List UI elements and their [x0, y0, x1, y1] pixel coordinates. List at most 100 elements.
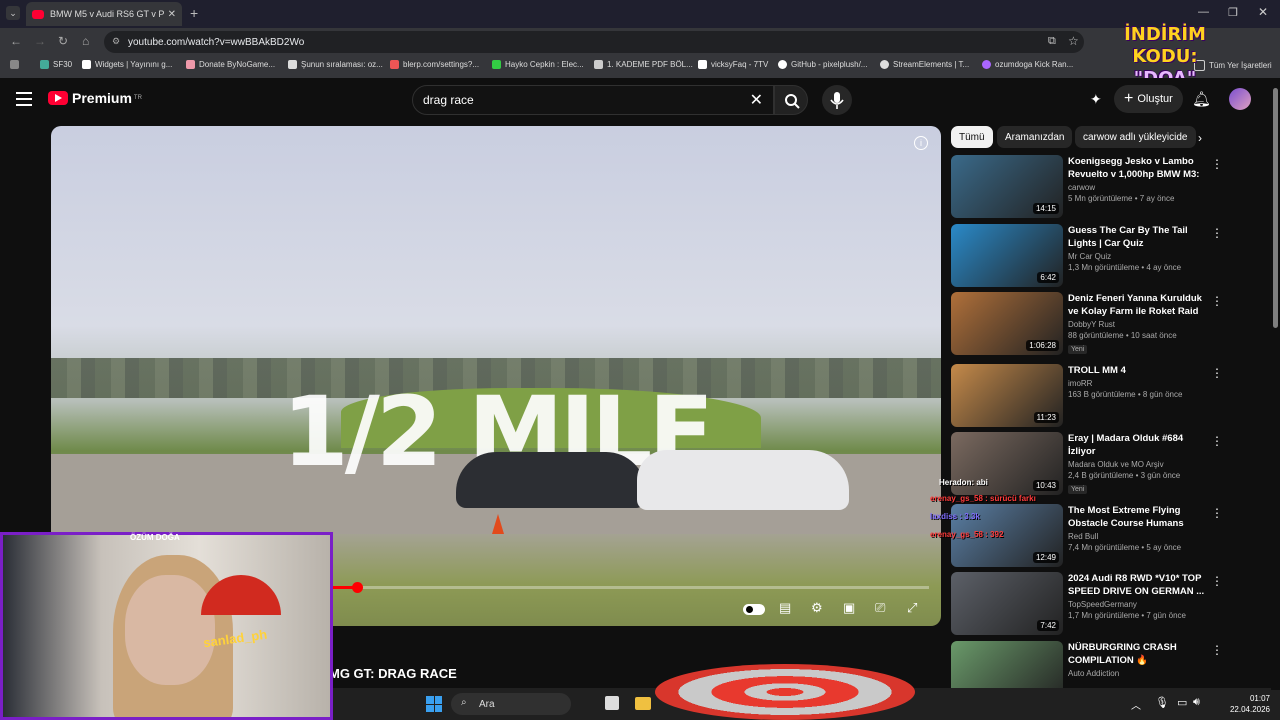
puzzle-icon[interactable]: ✦: [1090, 91, 1102, 108]
recommendation-item[interactable]: 11:23 TROLL MM 4 imoRR 163 B görüntüleme • …: [951, 364, 1261, 428]
maximize-button[interactable]: ❐: [1228, 6, 1238, 19]
search-input[interactable]: drag race ✕: [412, 85, 774, 115]
chevron-right-icon[interactable]: ›: [1198, 131, 1202, 145]
browser-tab-bar: ⌄ BMW M5 v Audi RS6 GT v Pors ✕ + — ❐ ✕: [0, 0, 1280, 28]
site-info-icon[interactable]: ⚙: [112, 36, 120, 47]
taskbar-search[interactable]: ⌕ Ara: [451, 693, 571, 715]
chat-line: laxdiss : 3.3k: [930, 512, 980, 521]
recommendation-item[interactable]: 14:15 Koenigsegg Jesko v Lambo Revuelto v…: [951, 155, 1261, 219]
create-button[interactable]: + Oluştur: [1114, 85, 1183, 113]
recommendation-title[interactable]: Deniz Feneri Yanına Kurulduk ve Kolay Fa…: [1068, 292, 1208, 318]
channel-name[interactable]: Red Bull: [1068, 532, 1208, 541]
subtitles-icon[interactable]: ▤: [779, 600, 791, 616]
channel-name[interactable]: imoRR: [1068, 379, 1208, 388]
avatar[interactable]: [1229, 88, 1251, 110]
more-options-icon[interactable]: ⋮: [1211, 226, 1223, 240]
video-thumbnail[interactable]: 11:23: [951, 364, 1063, 427]
reload-icon[interactable]: ↻: [58, 34, 68, 48]
youtube-logo[interactable]: Premium TR: [48, 90, 142, 106]
more-options-icon[interactable]: ⋮: [1211, 506, 1223, 520]
bookmark-item[interactable]: Hayko Cepkin : Elec...: [492, 60, 584, 69]
channel-name[interactable]: Mr Car Quiz: [1068, 252, 1208, 261]
channel-name[interactable]: carwow: [1068, 183, 1208, 192]
search-button[interactable]: [774, 85, 808, 115]
bookmark-star-icon[interactable]: ☆: [1068, 34, 1079, 48]
channel-name[interactable]: Madara Olduk ve MO Arşiv: [1068, 460, 1208, 469]
more-options-icon[interactable]: ⋮: [1211, 574, 1223, 588]
cast-icon[interactable]: ⧉: [1048, 35, 1056, 48]
chip-uploader[interactable]: carwow adlı yükleyicide: [1075, 126, 1196, 148]
chip-from-search[interactable]: Aramanızdan: [997, 126, 1073, 148]
voice-search-button[interactable]: [822, 85, 852, 115]
bookmark-item[interactable]: ozumdoga Kick Ran...: [982, 60, 1073, 69]
volume-icon[interactable]: 🔊︎: [1193, 696, 1200, 709]
bookmark-item[interactable]: SF30: [40, 60, 72, 69]
recommendation-item[interactable]: 10:43 Eray | Madara Olduk #684 İzliyor Mad…: [951, 432, 1261, 496]
fullscreen-icon[interactable]: ⤢: [907, 600, 917, 616]
back-icon[interactable]: ←: [10, 34, 22, 48]
file-explorer-icon[interactable]: [635, 697, 651, 710]
task-view-icon[interactable]: [605, 696, 619, 710]
chat-line: erenay_gs_58 : sürücü farkı: [930, 494, 1036, 503]
bookmark-item[interactable]: 1. KADEME PDF BÖL...: [594, 60, 693, 69]
channel-name[interactable]: DobbyY Rust: [1068, 320, 1208, 329]
clear-search-icon[interactable]: ✕: [750, 90, 763, 110]
bookmark-item[interactable]: Şunun sıralaması: oz...: [288, 60, 383, 69]
recommendation-item[interactable]: 1:06:28 Deniz Feneri Yanına Kurulduk ve K…: [951, 292, 1261, 356]
home-icon[interactable]: ⌂: [82, 34, 89, 48]
start-icon[interactable]: [426, 696, 442, 712]
channel-name[interactable]: Auto Addiction: [1068, 669, 1208, 678]
minimize-button[interactable]: —: [1198, 6, 1209, 18]
video-thumbnail[interactable]: 14:15: [951, 155, 1063, 218]
apps-icon[interactable]: [10, 60, 19, 69]
close-tab-icon[interactable]: ✕: [168, 9, 176, 20]
recommendation-title[interactable]: Guess The Car By The Tail Lights | Car Q…: [1068, 224, 1208, 250]
duration-badge: 7:42: [1037, 620, 1059, 631]
more-options-icon[interactable]: ⋮: [1211, 157, 1223, 171]
recommendation-title[interactable]: 2024 Audi R8 RWD *V10* TOP SPEED DRIVE O…: [1068, 572, 1208, 598]
recommendation-title[interactable]: The Most Extreme Flying Obstacle Course …: [1068, 504, 1208, 530]
network-icon[interactable]: ▭: [1177, 696, 1187, 709]
view-stats: 7,4 Mn görüntüleme • 5 ay önce: [1068, 543, 1182, 552]
view-stats: 88 görüntüleme • 10 saat önce: [1068, 331, 1177, 340]
recommendation-item[interactable]: 7:42 2024 Audi R8 RWD *V10* TOP SPEED DRI…: [951, 572, 1261, 636]
tray-chevron-icon[interactable]: ︿: [1131, 697, 1141, 712]
chip-all[interactable]: Tümü: [951, 126, 993, 148]
browser-tab-active[interactable]: BMW M5 v Audi RS6 GT v Pors ✕: [26, 2, 182, 26]
bookmark-item[interactable]: blerp.com/settings?...: [390, 60, 479, 69]
cast-icon[interactable]: ⎚: [875, 600, 885, 616]
microphone-icon[interactable]: 🎙︎: [1155, 696, 1169, 709]
autoplay-toggle[interactable]: [743, 604, 765, 615]
bookmark-item[interactable]: vicksyFaq - 7TV: [698, 60, 768, 69]
new-tab-button[interactable]: +: [190, 5, 198, 21]
clock[interactable]: 01:07 22.04.2026: [1230, 693, 1270, 715]
menu-icon[interactable]: [16, 92, 32, 110]
more-options-icon[interactable]: ⋮: [1211, 294, 1223, 308]
bookmark-item[interactable]: Widgets | Yayınını g...: [82, 60, 172, 69]
bookmark-item[interactable]: GitHub - pixelplush/...: [778, 60, 867, 69]
scrubber-handle[interactable]: [352, 582, 364, 593]
more-options-icon[interactable]: ⋮: [1211, 643, 1223, 657]
settings-gear-icon[interactable]: ⚙: [811, 600, 823, 616]
recommendation-title[interactable]: TROLL MM 4: [1068, 364, 1208, 377]
recommendation-title[interactable]: Koenigsegg Jesko v Lambo Revuelto v 1,00…: [1068, 155, 1208, 181]
miniplayer-icon[interactable]: ▣: [843, 600, 855, 616]
more-options-icon[interactable]: ⋮: [1211, 434, 1223, 448]
video-thumbnail[interactable]: 6:42: [951, 224, 1063, 287]
recommendation-item[interactable]: 6:42 Guess The Car By The Tail Lights | C…: [951, 224, 1261, 288]
forward-icon[interactable]: →: [34, 34, 46, 48]
video-thumbnail[interactable]: 1:06:28: [951, 292, 1063, 355]
notifications-bell-icon[interactable]: 🔔︎: [1192, 90, 1211, 108]
scrollbar[interactable]: [1271, 78, 1280, 690]
recommendation-title[interactable]: NÜRBURGRING CRASH COMPILATION 🔥 Nordschl…: [1068, 641, 1208, 667]
bookmark-item[interactable]: Donate ByNoGame...: [186, 60, 275, 69]
recommendation-title[interactable]: Eray | Madara Olduk #684 İzliyor: [1068, 432, 1208, 458]
close-window-button[interactable]: ✕: [1258, 5, 1268, 19]
video-thumbnail[interactable]: 7:42: [951, 572, 1063, 635]
tab-list-button[interactable]: ⌄: [6, 6, 20, 20]
url-field[interactable]: ⚙ youtube.com/watch?v=wwBBAkBD2Wo ⧉ ☆: [104, 31, 1084, 53]
bookmark-item[interactable]: StreamElements | T...: [880, 60, 969, 69]
info-icon[interactable]: i: [914, 136, 928, 150]
more-options-icon[interactable]: ⋮: [1211, 366, 1223, 380]
channel-name[interactable]: TopSpeedGermany: [1068, 600, 1208, 609]
